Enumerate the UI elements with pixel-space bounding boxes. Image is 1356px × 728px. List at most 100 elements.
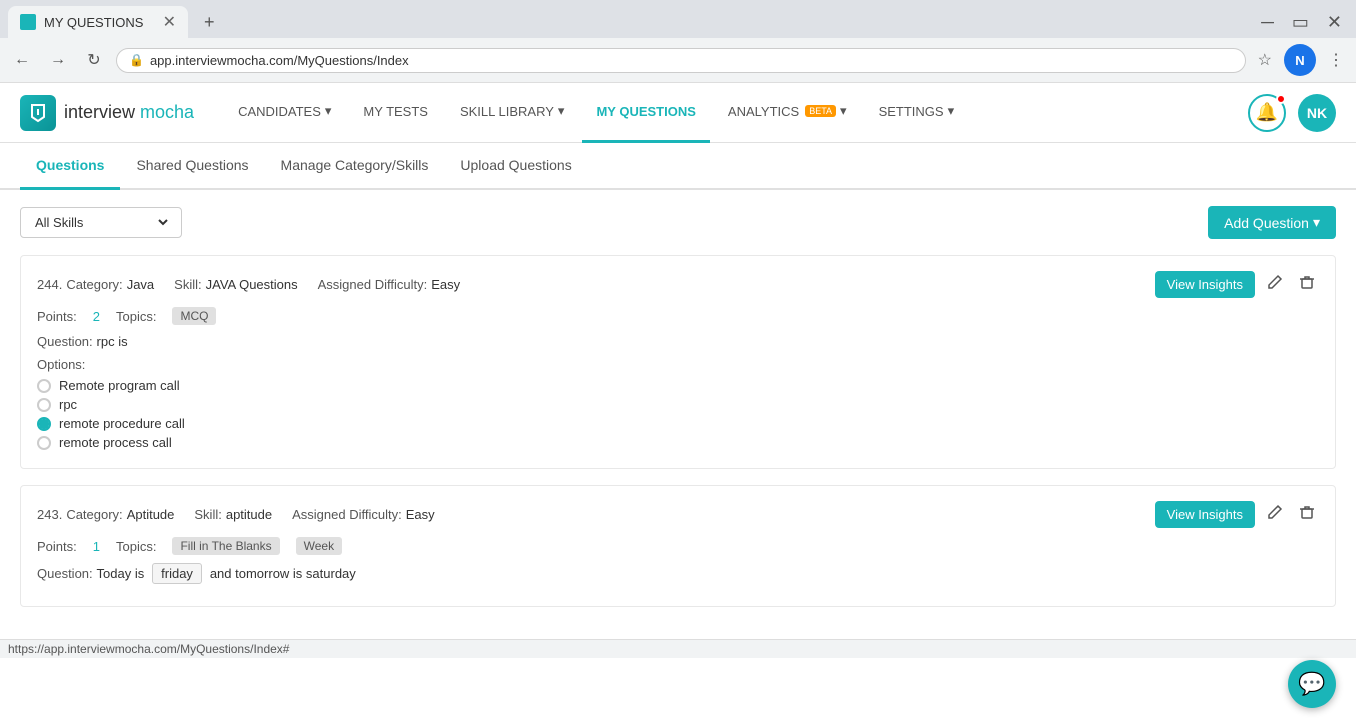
- topic-badge-fill-blank: Fill in The Blanks: [172, 537, 279, 555]
- logo[interactable]: interview mocha: [20, 95, 194, 131]
- question-meta-244: 244. Category: Java Skill: JAVA Question…: [37, 270, 1319, 299]
- option-text-4: remote process call: [59, 435, 172, 450]
- back-button[interactable]: ←: [8, 46, 36, 74]
- user-avatar[interactable]: NK: [1298, 94, 1336, 132]
- nav-settings[interactable]: SETTINGS ▾: [865, 83, 969, 143]
- option-text-1: Remote program call: [59, 378, 180, 393]
- skill-select-dropdown[interactable]: All Skills: [31, 214, 171, 231]
- status-bar: https://app.interviewmocha.com/MyQuestio…: [0, 639, 1356, 658]
- view-insights-button-244[interactable]: View Insights: [1155, 271, 1255, 298]
- notification-button[interactable]: 🔔: [1248, 94, 1286, 132]
- option-row-2: rpc: [37, 397, 1319, 412]
- skill-value-244: JAVA Questions: [206, 277, 298, 292]
- question-actions-244: View Insights: [1155, 270, 1319, 299]
- diff-value-244: Easy: [431, 277, 460, 292]
- status-bar-url: https://app.interviewmocha.com/MyQuestio…: [8, 642, 289, 656]
- restore-button[interactable]: ▭: [1286, 10, 1315, 35]
- browser-tab[interactable]: MY QUESTIONS ✕: [8, 6, 188, 38]
- diff-value-243: Easy: [406, 507, 435, 522]
- option-row-3: remote procedure call: [37, 416, 1319, 431]
- refresh-button[interactable]: ↻: [80, 46, 108, 74]
- radio-option-4: [37, 436, 51, 450]
- category-label-244: Category:: [66, 277, 122, 292]
- settings-chevron-icon: ▾: [948, 103, 955, 119]
- nav-skill-library[interactable]: SKILL LIBRARY ▾: [446, 83, 578, 143]
- add-question-button[interactable]: Add Question ▾: [1208, 206, 1336, 239]
- fill-blank-answer-243: friday: [152, 563, 202, 584]
- topics-label-244: Topics:: [116, 309, 156, 324]
- new-tab-button[interactable]: +: [196, 8, 223, 37]
- main-nav: CANDIDATES ▾ MY TESTS SKILL LIBRARY ▾ MY…: [224, 83, 1248, 143]
- tab-title: MY QUESTIONS: [44, 15, 143, 30]
- minimize-button[interactable]: ─: [1255, 10, 1280, 35]
- points-row-244: Points: 2 Topics: MCQ: [37, 307, 1319, 325]
- tab-close-button[interactable]: ✕: [163, 12, 176, 32]
- nav-candidates[interactable]: CANDIDATES ▾: [224, 83, 345, 143]
- points-value-243: 1: [93, 539, 100, 554]
- question-meta-243: 243. Category: Aptitude Skill: aptitude …: [37, 500, 1319, 529]
- topics-label-243: Topics:: [116, 539, 156, 554]
- delete-button-244[interactable]: [1295, 270, 1319, 299]
- more-options-icon[interactable]: ⋮: [1324, 46, 1348, 74]
- browser-profile-icon[interactable]: N: [1284, 44, 1316, 76]
- delete-button-243[interactable]: [1295, 500, 1319, 529]
- option-row-1: Remote program call: [37, 378, 1319, 393]
- close-window-button[interactable]: ✕: [1321, 10, 1348, 35]
- nav-my-tests[interactable]: MY TESTS: [349, 83, 442, 143]
- nav-analytics[interactable]: ANALYTICS BETA ▾: [714, 83, 861, 143]
- question-number-244: 244.: [37, 277, 62, 292]
- category-value-243: Aptitude: [127, 507, 175, 522]
- nav-my-questions[interactable]: MY QUESTIONS: [582, 83, 709, 143]
- diff-label-244: Assigned Difficulty:: [318, 277, 428, 292]
- radio-option-3-selected: [37, 417, 51, 431]
- tab-upload-questions[interactable]: Upload Questions: [444, 143, 587, 190]
- question-label-244: Question:: [37, 334, 93, 349]
- question-label-243: Question:: [37, 566, 93, 581]
- analytics-beta-badge: BETA: [805, 105, 836, 117]
- skill-value-243: aptitude: [226, 507, 272, 522]
- diff-label-243: Assigned Difficulty:: [292, 507, 402, 522]
- add-question-chevron-icon: ▾: [1313, 214, 1320, 231]
- tab-manage-category[interactable]: Manage Category/Skills: [265, 143, 445, 190]
- question-text-244: rpc is: [97, 334, 128, 349]
- category-label-243: Category:: [66, 507, 122, 522]
- skill-library-chevron-icon: ▾: [558, 103, 565, 119]
- candidates-chevron-icon: ▾: [325, 103, 332, 119]
- question-text-before-243: Today is: [97, 566, 145, 581]
- question-card-243: 243. Category: Aptitude Skill: aptitude …: [20, 485, 1336, 607]
- header-right: 🔔 NK: [1248, 94, 1336, 132]
- add-question-label: Add Question: [1224, 215, 1309, 231]
- points-value-244: 2: [93, 309, 100, 324]
- analytics-chevron-icon: ▾: [840, 103, 847, 119]
- forward-button[interactable]: →: [44, 46, 72, 74]
- option-row-4: remote process call: [37, 435, 1319, 450]
- tab-questions[interactable]: Questions: [20, 143, 120, 190]
- radio-option-1: [37, 379, 51, 393]
- tab-favicon: [20, 14, 36, 30]
- edit-button-244[interactable]: [1263, 270, 1287, 299]
- question-actions-243: View Insights: [1155, 500, 1319, 529]
- logo-text: interview mocha: [64, 102, 194, 123]
- address-bar[interactable]: app.interviewmocha.com/MyQuestions/Index: [150, 53, 1233, 68]
- content-area: All Skills Add Question ▾ 244. Category:…: [0, 190, 1356, 639]
- tab-shared-questions[interactable]: Shared Questions: [120, 143, 264, 190]
- skill-label-243: Skill:: [194, 507, 221, 522]
- notification-dot: [1276, 94, 1286, 104]
- chat-support-button[interactable]: 💬: [1288, 660, 1336, 708]
- sub-nav: Questions Shared Questions Manage Catego…: [0, 143, 1356, 190]
- points-row-243: Points: 1 Topics: Fill in The Blanks Wee…: [37, 537, 1319, 555]
- app-header: interview mocha CANDIDATES ▾ MY TESTS SK…: [0, 83, 1356, 143]
- skill-filter[interactable]: All Skills: [20, 207, 182, 238]
- question-text-row-244: Question: rpc is: [37, 333, 1319, 349]
- logo-icon: [20, 95, 56, 131]
- bookmark-icon[interactable]: ☆: [1254, 46, 1276, 74]
- radio-option-2: [37, 398, 51, 412]
- points-label-243: Points:: [37, 539, 77, 554]
- view-insights-button-243[interactable]: View Insights: [1155, 501, 1255, 528]
- option-text-2: rpc: [59, 397, 77, 412]
- topic-badge-week: Week: [296, 537, 342, 555]
- question-text-after-243: and tomorrow is saturday: [210, 566, 356, 581]
- edit-button-243[interactable]: [1263, 500, 1287, 529]
- category-value-244: Java: [127, 277, 154, 292]
- ssl-icon: 🔒: [129, 53, 144, 67]
